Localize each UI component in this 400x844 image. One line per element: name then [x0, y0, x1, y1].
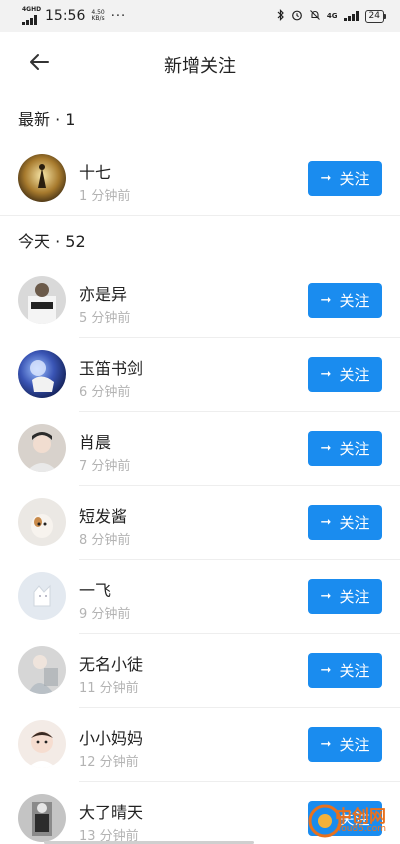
follow-time: 8 分钟前 [79, 533, 131, 548]
follower-item[interactable]: 亦是异 5 分钟前 ➞ 关注 [0, 264, 400, 338]
follow-time: 5 分钟前 [79, 311, 131, 326]
follower-name: 大了晴天 [79, 803, 144, 822]
follow-button[interactable]: ➞ 关注 [308, 357, 382, 392]
follow-button[interactable]: ➞ 关注 [308, 727, 382, 762]
follow-time: 1 分钟前 [79, 189, 131, 204]
follower-item[interactable]: 一飞 9 分钟前 ➞ 关注 [0, 560, 400, 634]
follower-name: 小小妈妈 [79, 729, 144, 748]
avatar[interactable] [18, 646, 66, 694]
avatar[interactable] [18, 572, 66, 620]
network-tag: 4GHD [22, 6, 42, 13]
follow-label: 关注 [339, 736, 370, 754]
follower-name: 十七 [79, 163, 112, 182]
status-left: 4GHD 15:56 4.50 KB/s ··· [22, 6, 127, 25]
arrow-right-icon: ➞ [320, 171, 332, 186]
signal-icon-2 [343, 11, 359, 21]
section-header-latest: 最新 · 1 [18, 110, 76, 129]
follow-label: 关注 [339, 170, 370, 188]
mute-icon [309, 9, 321, 24]
divider [0, 215, 400, 216]
follow-label: 关注 [339, 440, 370, 458]
follow-button[interactable]: ➞ 关注 [308, 505, 382, 540]
follow-button[interactable]: ➞ 关注 [308, 283, 382, 318]
avatar[interactable] [18, 154, 66, 202]
follow-label: 关注 [339, 292, 370, 310]
follow-label: 关注 [339, 662, 370, 680]
watermark-sub: You85.com [336, 824, 386, 834]
status-right: 4G 24 [277, 8, 387, 24]
section-header-today: 今天 · 52 [18, 232, 86, 251]
follower-item[interactable]: 十七 1 分钟前 ➞ 关注 [0, 142, 400, 216]
follow-time: 11 分钟前 [79, 681, 139, 696]
speed-unit: KB/s [91, 15, 105, 22]
battery-icon: 24 [364, 9, 387, 23]
avatar[interactable] [18, 794, 66, 842]
follow-button[interactable]: ➞ 关注 [308, 161, 382, 196]
follower-name: 一飞 [79, 581, 112, 600]
avatar[interactable] [18, 720, 66, 768]
follower-item[interactable]: 无名小徒 11 分钟前 ➞ 关注 [0, 634, 400, 708]
follower-item[interactable]: 玉笛书剑 6 分钟前 ➞ 关注 [0, 338, 400, 412]
follower-name: 亦是异 [79, 285, 128, 304]
follow-label: 关注 [339, 366, 370, 384]
network-speed: 4.50 KB/s [91, 10, 104, 22]
bluetooth-icon [277, 8, 285, 24]
page-title: 新增关注 [164, 56, 236, 77]
avatar[interactable] [18, 424, 66, 472]
follower-item[interactable]: 肖晨 7 分钟前 ➞ 关注 [0, 412, 400, 486]
more-notifications: ··· [110, 8, 127, 24]
follow-button[interactable]: ➞ 关注 [308, 653, 382, 688]
status-bar: 4GHD 15:56 4.50 KB/s ··· 4G 24 [0, 0, 400, 32]
follow-button[interactable]: ➞ 关注 [308, 431, 382, 466]
avatar[interactable] [18, 498, 66, 546]
status-time: 15:56 [45, 8, 86, 24]
alarm-icon [291, 9, 303, 24]
network-type: 4G [326, 12, 338, 20]
follow-label: 关注 [339, 588, 370, 606]
follower-name: 无名小徒 [79, 655, 144, 674]
signal-icon [22, 15, 37, 25]
follow-time: 7 分钟前 [79, 459, 131, 474]
arrow-right-icon: ➞ [320, 589, 332, 604]
follow-time: 12 分钟前 [79, 755, 139, 770]
avatar[interactable] [18, 276, 66, 324]
follower-name: 玉笛书剑 [79, 359, 144, 378]
arrow-right-icon: ➞ [320, 737, 332, 752]
watermark: 中创网 You85.com [308, 800, 394, 844]
follower-item[interactable]: 小小妈妈 12 分钟前 ➞ 关注 [0, 708, 400, 782]
follower-name: 短发酱 [79, 507, 128, 526]
arrow-right-icon: ➞ [320, 441, 332, 456]
follow-time: 9 分钟前 [79, 607, 131, 622]
arrow-right-icon: ➞ [320, 367, 332, 382]
avatar[interactable] [18, 350, 66, 398]
follow-button[interactable]: ➞ 关注 [308, 579, 382, 614]
follow-label: 关注 [339, 514, 370, 532]
arrow-right-icon: ➞ [320, 663, 332, 678]
nav-bar: 新增关注 [0, 32, 400, 94]
follow-time: 6 分钟前 [79, 385, 131, 400]
arrow-right-icon: ➞ [320, 515, 332, 530]
follower-name: 肖晨 [79, 433, 112, 452]
arrow-right-icon: ➞ [320, 293, 332, 308]
follower-item[interactable]: 短发酱 8 分钟前 ➞ 关注 [0, 486, 400, 560]
